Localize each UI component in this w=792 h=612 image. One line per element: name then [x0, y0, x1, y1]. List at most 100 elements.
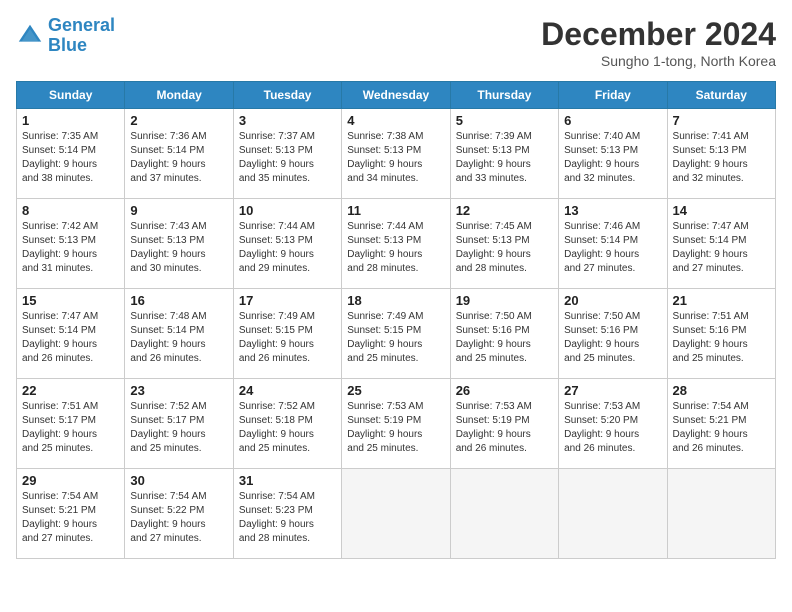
- day-number: 23: [130, 383, 227, 398]
- day-number: 29: [22, 473, 119, 488]
- day-cell-22: 22 Sunrise: 7:51 AMSunset: 5:17 PMDayligh…: [17, 379, 125, 469]
- day-info: Sunrise: 7:53 AMSunset: 5:19 PMDaylight:…: [347, 400, 444, 456]
- day-cell-4: 4 Sunrise: 7:38 AMSunset: 5:13 PMDaylight…: [342, 109, 450, 199]
- day-cell-31: 31 Sunrise: 7:54 AMSunset: 5:23 PMDayligh…: [233, 469, 341, 559]
- day-cell-29: 29 Sunrise: 7:54 AMSunset: 5:21 PMDayligh…: [17, 469, 125, 559]
- day-number: 10: [239, 203, 336, 218]
- day-info: Sunrise: 7:35 AMSunset: 5:14 PMDaylight:…: [22, 130, 119, 186]
- day-cell-18: 18 Sunrise: 7:49 AMSunset: 5:15 PMDayligh…: [342, 289, 450, 379]
- day-cell-25: 25 Sunrise: 7:53 AMSunset: 5:19 PMDayligh…: [342, 379, 450, 469]
- day-cell-6: 6 Sunrise: 7:40 AMSunset: 5:13 PMDaylight…: [559, 109, 667, 199]
- day-info: Sunrise: 7:54 AMSunset: 5:21 PMDaylight:…: [673, 400, 770, 456]
- day-info: Sunrise: 7:51 AMSunset: 5:16 PMDaylight:…: [673, 310, 770, 366]
- day-number: 6: [564, 113, 661, 128]
- day-number: 4: [347, 113, 444, 128]
- calendar-week-4: 22 Sunrise: 7:51 AMSunset: 5:17 PMDayligh…: [17, 379, 776, 469]
- calendar-week-1: 1 Sunrise: 7:35 AMSunset: 5:14 PMDaylight…: [17, 109, 776, 199]
- weekday-friday: Friday: [559, 82, 667, 109]
- day-number: 25: [347, 383, 444, 398]
- day-cell-10: 10 Sunrise: 7:44 AMSunset: 5:13 PMDayligh…: [233, 199, 341, 289]
- day-cell-7: 7 Sunrise: 7:41 AMSunset: 5:13 PMDaylight…: [667, 109, 775, 199]
- calendar-week-2: 8Sunrise: 7:42 AMSunset: 5:13 PMDaylight…: [17, 199, 776, 289]
- day-info: Sunrise: 7:38 AMSunset: 5:13 PMDaylight:…: [347, 130, 444, 186]
- day-info: Sunrise: 7:44 AMSunset: 5:13 PMDaylight:…: [239, 220, 336, 276]
- logo-icon: [16, 22, 44, 50]
- location-subtitle: Sungho 1-tong, North Korea: [541, 53, 776, 69]
- day-number: 21: [673, 293, 770, 308]
- day-number: 11: [347, 203, 444, 218]
- day-number: 20: [564, 293, 661, 308]
- weekday-header-row: SundayMondayTuesdayWednesdayThursdayFrid…: [17, 82, 776, 109]
- day-info: Sunrise: 7:45 AMSunset: 5:13 PMDaylight:…: [456, 220, 553, 276]
- logo-line1: General: [48, 15, 115, 35]
- day-info: Sunrise: 7:52 AMSunset: 5:18 PMDaylight:…: [239, 400, 336, 456]
- day-info: Sunrise: 7:39 AMSunset: 5:13 PMDaylight:…: [456, 130, 553, 186]
- day-number: 8: [22, 203, 119, 218]
- day-number: 7: [673, 113, 770, 128]
- day-info: Sunrise: 7:50 AMSunset: 5:16 PMDaylight:…: [456, 310, 553, 366]
- day-number: 26: [456, 383, 553, 398]
- day-number: 16: [130, 293, 227, 308]
- day-info: Sunrise: 7:40 AMSunset: 5:13 PMDaylight:…: [564, 130, 661, 186]
- empty-cell: [342, 469, 450, 559]
- day-cell-16: 16Sunrise: 7:48 AMSunset: 5:14 PMDayligh…: [125, 289, 233, 379]
- day-number: 27: [564, 383, 661, 398]
- day-cell-21: 21 Sunrise: 7:51 AMSunset: 5:16 PMDayligh…: [667, 289, 775, 379]
- day-number: 12: [456, 203, 553, 218]
- day-cell-3: 3Sunrise: 7:37 AMSunset: 5:13 PMDaylight…: [233, 109, 341, 199]
- day-info: Sunrise: 7:54 AMSunset: 5:21 PMDaylight:…: [22, 490, 119, 546]
- calendar-table: SundayMondayTuesdayWednesdayThursdayFrid…: [16, 81, 776, 559]
- day-cell-20: 20 Sunrise: 7:50 AMSunset: 5:16 PMDayligh…: [559, 289, 667, 379]
- day-number: 3: [239, 113, 336, 128]
- day-info: Sunrise: 7:54 AMSunset: 5:23 PMDaylight:…: [239, 490, 336, 546]
- day-cell-1: 1 Sunrise: 7:35 AMSunset: 5:14 PMDaylight…: [17, 109, 125, 199]
- logo-text: General Blue: [48, 16, 115, 56]
- day-info: Sunrise: 7:53 AMSunset: 5:19 PMDaylight:…: [456, 400, 553, 456]
- empty-cell: [667, 469, 775, 559]
- day-number: 5: [456, 113, 553, 128]
- day-number: 18: [347, 293, 444, 308]
- day-cell-30: 30Sunrise: 7:54 AMSunset: 5:22 PMDayligh…: [125, 469, 233, 559]
- empty-cell: [450, 469, 558, 559]
- weekday-wednesday: Wednesday: [342, 82, 450, 109]
- weekday-tuesday: Tuesday: [233, 82, 341, 109]
- day-number: 19: [456, 293, 553, 308]
- day-info: Sunrise: 7:50 AMSunset: 5:16 PMDaylight:…: [564, 310, 661, 366]
- day-number: 30: [130, 473, 227, 488]
- weekday-saturday: Saturday: [667, 82, 775, 109]
- day-info: Sunrise: 7:46 AMSunset: 5:14 PMDaylight:…: [564, 220, 661, 276]
- month-title: December 2024: [541, 16, 776, 53]
- logo-line2: Blue: [48, 35, 87, 55]
- day-number: 14: [673, 203, 770, 218]
- day-number: 28: [673, 383, 770, 398]
- calendar-week-3: 15 Sunrise: 7:47 AMSunset: 5:14 PMDayligh…: [17, 289, 776, 379]
- day-cell-2: 2 Sunrise: 7:36 AMSunset: 5:14 PMDaylight…: [125, 109, 233, 199]
- day-cell-27: 27Sunrise: 7:53 AMSunset: 5:20 PMDayligh…: [559, 379, 667, 469]
- day-info: Sunrise: 7:51 AMSunset: 5:17 PMDaylight:…: [22, 400, 119, 456]
- weekday-monday: Monday: [125, 82, 233, 109]
- day-number: 22: [22, 383, 119, 398]
- day-cell-26: 26 Sunrise: 7:53 AMSunset: 5:19 PMDayligh…: [450, 379, 558, 469]
- day-cell-14: 14Sunrise: 7:47 AMSunset: 5:14 PMDayligh…: [667, 199, 775, 289]
- day-info: Sunrise: 7:47 AMSunset: 5:14 PMDaylight:…: [22, 310, 119, 366]
- weekday-thursday: Thursday: [450, 82, 558, 109]
- day-info: Sunrise: 7:36 AMSunset: 5:14 PMDaylight:…: [130, 130, 227, 186]
- calendar-week-5: 29 Sunrise: 7:54 AMSunset: 5:21 PMDayligh…: [17, 469, 776, 559]
- day-number: 31: [239, 473, 336, 488]
- day-info: Sunrise: 7:49 AMSunset: 5:15 PMDaylight:…: [239, 310, 336, 366]
- day-info: Sunrise: 7:41 AMSunset: 5:13 PMDaylight:…: [673, 130, 770, 186]
- day-info: Sunrise: 7:49 AMSunset: 5:15 PMDaylight:…: [347, 310, 444, 366]
- day-cell-9: 9Sunrise: 7:43 AMSunset: 5:13 PMDaylight…: [125, 199, 233, 289]
- calendar-body: 1 Sunrise: 7:35 AMSunset: 5:14 PMDaylight…: [17, 109, 776, 559]
- day-number: 1: [22, 113, 119, 128]
- day-number: 15: [22, 293, 119, 308]
- empty-cell: [559, 469, 667, 559]
- day-cell-15: 15 Sunrise: 7:47 AMSunset: 5:14 PMDayligh…: [17, 289, 125, 379]
- day-number: 2: [130, 113, 227, 128]
- title-block: December 2024 Sungho 1-tong, North Korea: [541, 16, 776, 69]
- day-cell-28: 28 Sunrise: 7:54 AMSunset: 5:21 PMDayligh…: [667, 379, 775, 469]
- day-cell-12: 12 Sunrise: 7:45 AMSunset: 5:13 PMDayligh…: [450, 199, 558, 289]
- weekday-sunday: Sunday: [17, 82, 125, 109]
- day-cell-24: 24Sunrise: 7:52 AMSunset: 5:18 PMDayligh…: [233, 379, 341, 469]
- day-number: 13: [564, 203, 661, 218]
